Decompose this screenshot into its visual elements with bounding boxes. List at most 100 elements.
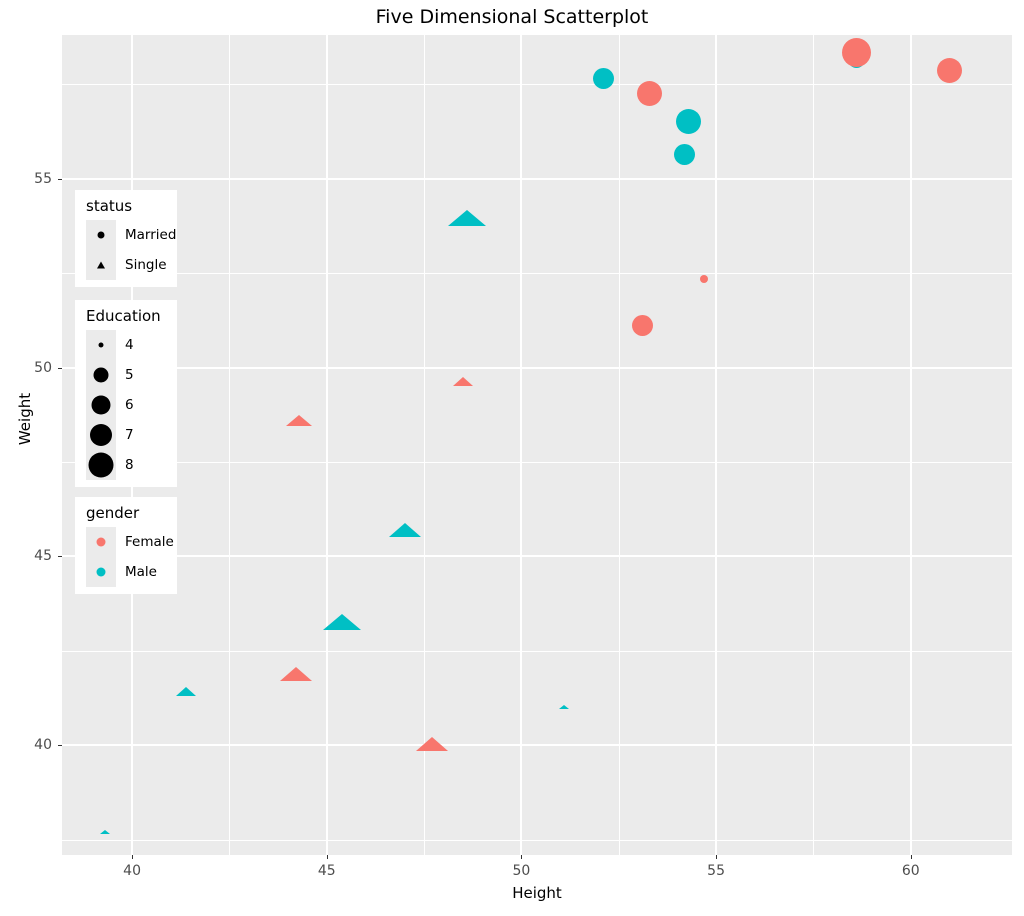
legend-status-title: status xyxy=(86,197,133,215)
data-point xyxy=(631,315,653,337)
gridline-minor-vertical xyxy=(813,35,815,855)
x-axis-tick-label: 60 xyxy=(901,863,920,879)
gridline-major-vertical xyxy=(715,35,718,855)
legend-key-swatch xyxy=(86,450,116,480)
gridline-major-vertical xyxy=(909,35,912,855)
legend-key-swatch xyxy=(86,220,116,250)
gridline-major-horizontal xyxy=(62,744,1012,747)
plot-panel xyxy=(62,35,1012,855)
scatterplot-figure: Five Dimensional Scatterplot 40 45 50 55 60 … xyxy=(0,0,1024,916)
data-point xyxy=(279,666,312,681)
legend-key-swatch xyxy=(86,360,116,390)
legend-key-swatch xyxy=(86,557,116,587)
legend-item-label: 4 xyxy=(125,337,134,353)
legend-item-label: Male xyxy=(125,564,157,580)
legend-item[interactable]: 6 xyxy=(75,390,177,420)
y-axis-tick xyxy=(58,178,62,180)
gridline-major-horizontal xyxy=(62,177,1012,180)
y-axis-tick-label: 55 xyxy=(34,170,52,187)
circle-marker-icon xyxy=(96,537,106,547)
data-point xyxy=(447,209,486,226)
x-axis-tick xyxy=(521,855,523,859)
data-point xyxy=(676,109,702,135)
x-axis-tick xyxy=(326,855,328,859)
legend-education-title: Education xyxy=(86,307,161,325)
data-point xyxy=(286,414,312,426)
legend-key-swatch xyxy=(86,527,116,557)
y-axis-tick xyxy=(58,745,62,747)
x-axis-tick xyxy=(910,855,912,859)
legend-item[interactable]: Female xyxy=(75,527,177,557)
legend-item[interactable]: Married xyxy=(75,220,177,250)
x-axis-tick xyxy=(716,855,718,859)
data-point xyxy=(592,67,614,89)
x-axis-tick-label: 45 xyxy=(317,863,336,879)
x-axis-tick-label: 50 xyxy=(512,863,531,879)
gridline-minor-vertical xyxy=(424,35,426,855)
legend-gender: gender Female Male xyxy=(75,497,177,594)
gridline-minor-vertical xyxy=(229,35,231,855)
gridline-major-vertical xyxy=(325,35,328,855)
legend-item[interactable]: Male xyxy=(75,557,177,587)
circle-marker-icon xyxy=(96,567,106,577)
circle-marker-icon xyxy=(97,231,105,239)
data-point xyxy=(841,37,871,67)
legend-item-label: 7 xyxy=(125,427,134,443)
data-point xyxy=(388,523,421,538)
data-point xyxy=(176,686,197,696)
legend-padding xyxy=(75,280,177,287)
x-axis-title: Height xyxy=(512,884,562,902)
legend-item[interactable]: 7 xyxy=(75,420,177,450)
legend-item-label: Female xyxy=(125,534,174,550)
legend-key-swatch xyxy=(86,250,116,280)
legend-item[interactable]: Single xyxy=(75,250,177,280)
gridline-minor-horizontal xyxy=(62,84,1012,86)
legend-item-label: 6 xyxy=(125,397,134,413)
circle-marker-icon xyxy=(88,452,114,478)
gridline-major-horizontal xyxy=(62,366,1012,369)
y-axis-title: Weight xyxy=(16,392,34,446)
circle-marker-icon xyxy=(91,395,111,415)
data-point xyxy=(323,614,362,631)
data-point xyxy=(674,143,696,165)
x-axis-tick-label: 55 xyxy=(707,863,726,879)
y-axis-tick-label: 45 xyxy=(34,548,52,565)
legend-key-swatch xyxy=(86,390,116,420)
gridline-major-vertical xyxy=(520,35,523,855)
legend-item-label: Single xyxy=(125,257,167,273)
circle-marker-icon xyxy=(93,367,109,383)
y-axis-tick xyxy=(58,556,62,558)
legend-education: Education 4 5 6 7 8 xyxy=(75,300,177,487)
data-point xyxy=(99,829,110,834)
legend-item[interactable]: 4 xyxy=(75,330,177,360)
gridline-minor-horizontal xyxy=(62,650,1012,652)
gridline-major-horizontal xyxy=(62,555,1012,558)
circle-marker-icon xyxy=(98,342,104,348)
data-point xyxy=(452,376,473,386)
y-axis-tick-label: 40 xyxy=(34,737,52,754)
gridline-minor-horizontal xyxy=(62,462,1012,463)
legend-padding xyxy=(75,480,177,487)
data-point xyxy=(559,704,570,709)
legend-key-swatch xyxy=(86,420,116,450)
chart-title: Five Dimensional Scatterplot xyxy=(375,6,649,28)
triangle-marker-icon xyxy=(97,261,105,269)
circle-marker-icon xyxy=(90,424,112,446)
legend-item-label: 5 xyxy=(125,367,134,383)
legend-key-swatch xyxy=(86,330,116,360)
y-axis-tick xyxy=(58,367,62,369)
gridline-minor-horizontal xyxy=(62,273,1012,275)
legend-item-label: 8 xyxy=(125,457,134,473)
x-axis-tick xyxy=(132,855,134,859)
data-point xyxy=(937,58,963,84)
data-point xyxy=(700,274,709,283)
gridline-minor-vertical xyxy=(618,35,620,855)
x-axis-tick-label: 40 xyxy=(123,863,141,879)
data-point xyxy=(637,81,663,107)
legend-padding xyxy=(75,587,177,594)
legend-item-label: Married xyxy=(125,227,177,243)
legend-item[interactable]: 5 xyxy=(75,360,177,390)
legend-item[interactable]: 8 xyxy=(75,450,177,480)
gridline-minor-horizontal xyxy=(62,839,1012,841)
data-point xyxy=(415,736,448,751)
